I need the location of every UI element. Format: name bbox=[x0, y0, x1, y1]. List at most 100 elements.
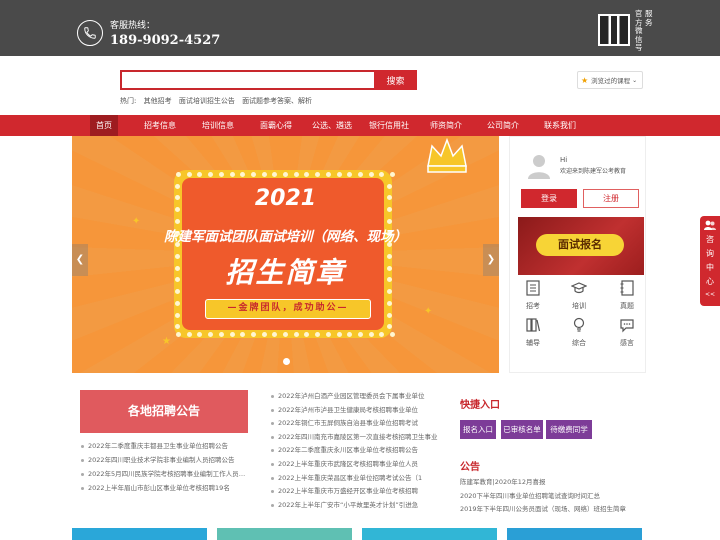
bottom-tile[interactable] bbox=[217, 528, 352, 540]
recruitment-title[interactable]: 各地招聘公告 bbox=[80, 390, 248, 433]
nav-item-training-info[interactable]: 培训信息 bbox=[196, 115, 240, 136]
signup-banner[interactable]: 面试报名 bbox=[518, 217, 644, 275]
light-bulb bbox=[218, 172, 224, 177]
bottom-tile[interactable] bbox=[362, 528, 497, 540]
register-button[interactable]: 注册 bbox=[583, 189, 639, 208]
hot-searches: 热门: 其他招考 面试培训招生公告 面试题参考答案、解析 bbox=[120, 96, 317, 106]
light-bulb bbox=[283, 172, 288, 177]
hero-banner[interactable]: ✦ ✦ ★ 2021 陈建军面试团队面试培训（网络、现场） 招生简章 —金牌团队… bbox=[72, 136, 499, 373]
consult-label: 咨询中心 bbox=[706, 235, 714, 286]
login-button[interactable]: 登录 bbox=[521, 189, 577, 208]
banner-prev-button[interactable]: ❮ bbox=[72, 244, 88, 276]
light-bulb bbox=[250, 172, 256, 177]
light-bulb bbox=[261, 172, 267, 177]
light-bulb bbox=[387, 300, 392, 306]
light-bulb bbox=[390, 332, 395, 337]
list-item[interactable]: 2022年泸州市泸县卫生健康局考核招聘事业单位 bbox=[270, 404, 438, 418]
pending-payment-button[interactable]: 待缴费同学 bbox=[546, 420, 592, 439]
notice-item[interactable]: 陈建军教育|2020年12月喜报 bbox=[460, 476, 650, 490]
banner-next-button[interactable]: ❯ bbox=[483, 244, 499, 276]
list-item[interactable]: 2022年泸州白酒产业园区管理委员会下属事业单位 bbox=[270, 390, 438, 404]
light-bulb bbox=[387, 312, 392, 318]
quick-link-label: 真题 bbox=[620, 302, 634, 310]
light-bulb bbox=[176, 172, 181, 177]
nav-item-exam-info[interactable]: 招考信息 bbox=[138, 115, 182, 136]
list-item[interactable]: 2022年四川职业技术学院非事业编制人员招聘公告 bbox=[80, 454, 250, 468]
banner-subtitle: 陈建军面试团队面试培训（网络、现场） bbox=[164, 229, 407, 245]
banner-pagination-dot[interactable] bbox=[283, 358, 290, 365]
bottom-tile[interactable] bbox=[72, 528, 207, 540]
nav-item-selection[interactable]: 公选、遴选 bbox=[309, 115, 355, 136]
wechat-label-2: 服务 bbox=[645, 9, 653, 27]
quick-entry-title: 快捷入口 bbox=[460, 400, 500, 411]
light-bulb bbox=[250, 332, 256, 337]
notebook-icon bbox=[620, 280, 634, 296]
books-icon bbox=[526, 318, 541, 332]
light-bulb bbox=[229, 332, 235, 337]
list-item[interactable]: 2022年二季度重庆丰都县卫生事业单位招聘公告 bbox=[80, 440, 250, 454]
avatar-icon bbox=[528, 155, 550, 179]
list-item[interactable]: 2022年上半年广安市“小平故里英才计划”引进急 bbox=[270, 499, 438, 513]
quick-link-past-papers[interactable]: 真题 bbox=[607, 280, 647, 311]
recent-courses-label: 浏览过的课程 bbox=[591, 77, 631, 85]
quick-link-exam[interactable]: 招考 bbox=[513, 280, 553, 311]
top-bar: 客服热线： 189-9092-4527 官方微信号 服务 bbox=[0, 0, 720, 56]
hot-link[interactable]: 面试培训招生公告 bbox=[179, 97, 235, 105]
list-item[interactable]: 2022年二季度重庆永川区事业单位考核招聘公告 bbox=[270, 444, 438, 458]
quick-link-label: 辅导 bbox=[526, 339, 540, 347]
light-bulb bbox=[283, 332, 288, 337]
notice-item[interactable]: 2020下半年四川事业单位招聘笔试查询时间汇总 bbox=[460, 490, 650, 504]
welcome-text: 欢迎来到陈建军公考教育 bbox=[560, 168, 627, 175]
notice-title: 公告 bbox=[460, 462, 480, 473]
list-item[interactable]: 2022年铜仁市玉屏侗族自治县事业单位招聘考试 bbox=[270, 417, 438, 431]
nav-item-teachers[interactable]: 师资简介 bbox=[424, 115, 468, 136]
list-item[interactable]: 2022年四川南充市嘉陵区第一次直接考核招聘卫生事业 bbox=[270, 431, 438, 445]
wechat-label: 官方微信号 bbox=[635, 9, 643, 52]
light-bulb bbox=[357, 172, 363, 177]
quick-link-tutoring[interactable]: 辅导 bbox=[513, 317, 553, 348]
list-item[interactable]: 2022上半年眉山市彭山区事业单位考核招聘19名 bbox=[80, 482, 250, 496]
quick-link-label: 综合 bbox=[572, 339, 586, 347]
list-item[interactable]: 2022上半年重庆市武隆区考核招聘事业单位人员 bbox=[270, 458, 438, 472]
light-bulb bbox=[387, 218, 392, 224]
light-bulb bbox=[336, 172, 342, 177]
light-bulb bbox=[293, 332, 299, 337]
crown-icon bbox=[427, 138, 467, 173]
star-icon: ★ bbox=[581, 75, 589, 85]
quick-link-training[interactable]: 培训 bbox=[559, 280, 599, 311]
notice-item[interactable]: 2019年下半年四川公务员面试（现场、网络）班招生简章 bbox=[460, 503, 650, 517]
recent-courses-dropdown[interactable]: ★ 浏览过的课程 ⌄ bbox=[577, 71, 643, 89]
hot-link[interactable]: 其他招考 bbox=[144, 97, 172, 105]
recruitment-list: 2022年二季度重庆丰都县卫生事业单位招聘公告 2022年四川职业技术学院非事业… bbox=[80, 440, 250, 496]
list-item[interactable]: 2022年5月四川民族学院考核招聘事业编制工作人员公告 bbox=[80, 468, 250, 482]
quick-link-label: 招考 bbox=[526, 302, 540, 310]
light-bulb bbox=[357, 332, 363, 337]
bottom-tile[interactable] bbox=[507, 528, 642, 540]
light-bulb bbox=[390, 172, 395, 177]
hotline-number: 189-9092-4527 bbox=[110, 33, 221, 48]
signup-entry-button[interactable]: 报名入口 bbox=[460, 420, 496, 439]
search-button[interactable]: 搜索 bbox=[374, 70, 417, 90]
hot-label: 热门: bbox=[120, 97, 137, 105]
sparkle-icon: ★ bbox=[162, 336, 171, 347]
banner-year: 2021 bbox=[254, 186, 317, 211]
lightbulb-icon bbox=[573, 317, 585, 332]
list-item[interactable]: 2022上半年重庆荣昌区事业单位招聘考试公告（1 bbox=[270, 472, 438, 486]
list-item[interactable]: 2022上半年重庆市万盛经开区事业单位考核招聘 bbox=[270, 485, 438, 499]
quick-link-testimonials[interactable]: 感言 bbox=[607, 317, 647, 348]
nav-item-about[interactable]: 公司简介 bbox=[481, 115, 525, 136]
nav-item-contact[interactable]: 联系我们 bbox=[538, 115, 582, 136]
light-bulb bbox=[175, 300, 180, 306]
quick-link-general[interactable]: 综合 bbox=[559, 317, 599, 348]
light-bulb bbox=[325, 172, 331, 177]
consult-tab[interactable]: 咨询中心 << bbox=[700, 216, 720, 306]
light-bulb bbox=[218, 332, 224, 337]
nav-item-bank[interactable]: 银行信用社 bbox=[366, 115, 412, 136]
collapse-arrows-icon: << bbox=[704, 291, 716, 298]
approved-list-button[interactable]: 已审核名单 bbox=[501, 420, 543, 439]
hot-link[interactable]: 面试题参考答案、解析 bbox=[242, 97, 312, 105]
search-input[interactable] bbox=[120, 70, 375, 90]
nav-item-home[interactable]: 首页 bbox=[90, 115, 118, 136]
nav-item-experience[interactable]: 面霸心得 bbox=[254, 115, 298, 136]
hotline-label: 客服热线： bbox=[110, 21, 156, 31]
